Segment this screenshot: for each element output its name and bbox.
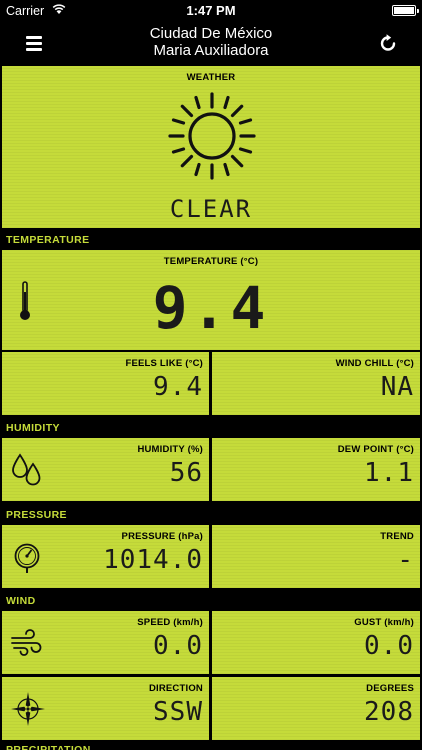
wind-icon <box>11 629 42 656</box>
navigation-bar: Ciudad De México Maria Auxiliadora <box>0 22 422 66</box>
wind-speed-label: SPEED (km/h) <box>137 617 203 628</box>
wind-chill-value: NA <box>380 372 414 402</box>
wind-degrees-value: 208 <box>364 697 414 727</box>
temperature-value: 9.4 <box>152 274 270 342</box>
location-city: Ciudad De México <box>149 25 273 42</box>
feels-like-panel: FEELS LIKE (°C) 9.4 <box>2 352 209 415</box>
pressure-label: PRESSURE (hPa) <box>121 531 203 542</box>
sun-icon <box>168 92 256 180</box>
dew-point-value: 1.1 <box>364 458 414 488</box>
dew-point-panel: DEW POINT (°C) 1.1 <box>212 438 420 501</box>
section-header-humidity: HUMIDITY <box>6 422 60 434</box>
trend-panel: TREND - <box>212 525 420 588</box>
wind-degrees-label: DEGREES <box>366 683 414 694</box>
humidity-panel: HUMIDITY (%) 56 <box>2 438 209 501</box>
status-time: 1:47 PM <box>186 3 236 18</box>
dew-point-label: DEW POINT (°C) <box>337 444 414 455</box>
section-header-temperature: TEMPERATURE <box>6 234 90 246</box>
temperature-panel: TEMPERATURE (°C) 9.4 <box>2 250 420 350</box>
wind-direction-panel: DIRECTION SSW <box>2 677 209 740</box>
weather-condition: CLEAR <box>169 195 253 223</box>
temperature-label: TEMPERATURE (°C) <box>163 256 259 267</box>
trend-label: TREND <box>380 531 414 542</box>
weather-panel: WEATHER CLEAR <box>2 66 420 228</box>
refresh-icon[interactable] <box>378 33 398 53</box>
wind-direction-value: SSW <box>153 697 203 727</box>
compass-icon <box>11 692 45 726</box>
wind-gust-panel: GUST (km/h) 0.0 <box>212 611 420 674</box>
status-bar: Carrier 1:47 PM <box>0 0 422 22</box>
wind-chill-label: WIND CHILL (°C) <box>335 358 414 369</box>
humidity-value: 56 <box>169 458 203 488</box>
feels-like-label: FEELS LIKE (°C) <box>125 358 203 369</box>
weather-label: WEATHER <box>186 72 236 83</box>
wind-speed-value: 0.0 <box>153 631 203 661</box>
wind-chill-panel: WIND CHILL (°C) NA <box>212 352 420 415</box>
feels-like-value: 9.4 <box>153 372 203 402</box>
wind-gust-label: GUST (km/h) <box>354 617 414 628</box>
water-drops-icon <box>12 453 41 486</box>
wind-direction-label: DIRECTION <box>148 683 203 694</box>
section-header-pressure: PRESSURE <box>6 509 67 521</box>
humidity-label: HUMIDITY (%) <box>137 444 203 455</box>
pressure-value: 1014.0 <box>103 545 203 575</box>
trend-value: - <box>397 545 414 575</box>
wind-gust-value: 0.0 <box>364 631 414 661</box>
location-station: Maria Auxiliadora <box>153 42 269 59</box>
pressure-panel: PRESSURE (hPa) 1014.0 <box>2 525 209 588</box>
wind-speed-panel: SPEED (km/h) 0.0 <box>2 611 209 674</box>
section-header-precipitation: PRECIPITATION <box>6 744 91 750</box>
section-header-wind: WIND <box>6 595 36 607</box>
wind-degrees-panel: DEGREES 208 <box>212 677 420 740</box>
nav-title: Ciudad De México Maria Auxiliadora <box>0 25 422 59</box>
battery-icon <box>392 5 419 16</box>
barometer-icon <box>14 543 40 573</box>
